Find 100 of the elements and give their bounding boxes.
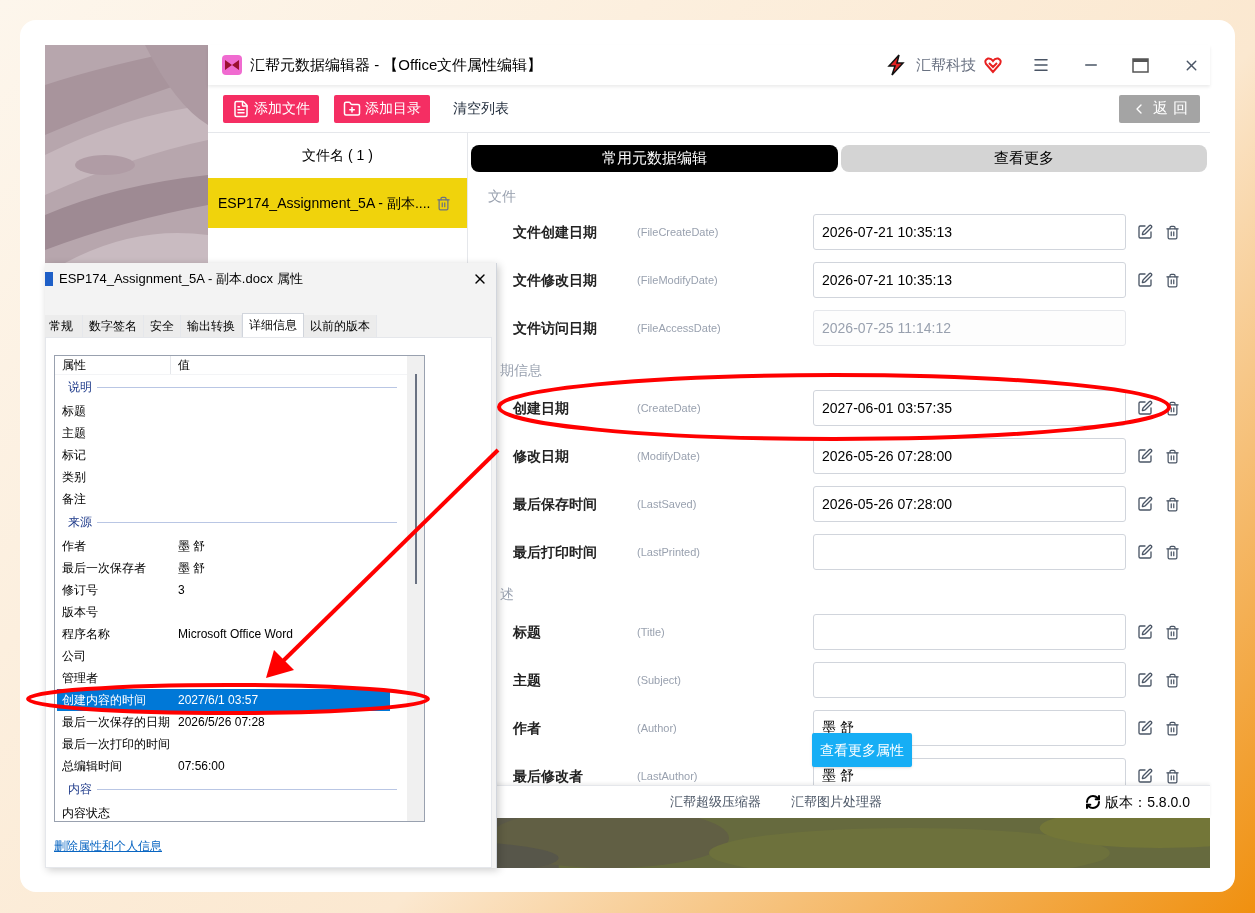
trash-icon[interactable] [1165, 720, 1180, 736]
trash-icon[interactable] [1165, 768, 1180, 784]
property-value: 墨 舒 [178, 559, 206, 577]
property-row[interactable]: 标题 [57, 399, 390, 422]
group-title: 内容 [68, 781, 92, 799]
edit-icon[interactable] [1137, 496, 1153, 512]
input-field[interactable] [813, 662, 1126, 698]
input-field[interactable] [813, 534, 1126, 570]
field-label: 修改日期 [513, 446, 570, 466]
scrollbar-thumb[interactable] [414, 373, 417, 584]
field-label: 文件创建日期 [513, 222, 598, 242]
maximize-icon[interactable] [1132, 57, 1149, 73]
trash-icon[interactable] [1165, 496, 1180, 512]
edit-icon[interactable] [1137, 448, 1153, 464]
property-row[interactable]: 最后一次保存的日期 2026/5/26 07:28 [57, 710, 390, 733]
refresh-icon[interactable] [1085, 794, 1102, 810]
property-row[interactable]: 最后一次保存者 墨 舒 [57, 556, 390, 579]
input-field[interactable]: 2026-07-21 10:35:13 [813, 214, 1126, 250]
property-row[interactable]: 总编辑时间 07:56:00 [57, 754, 390, 777]
property-value: 07:56:00 [178, 757, 225, 775]
property-row[interactable]: 公司 [57, 644, 390, 667]
trash-icon[interactable] [1165, 224, 1180, 240]
input-field[interactable]: 2026-05-26 07:28:00 [813, 438, 1126, 474]
property-row[interactable]: 标记 [57, 443, 390, 466]
field-key: (Subject) [637, 671, 813, 689]
property-row[interactable]: 主题 [57, 421, 390, 444]
property-row[interactable]: 修订号 3 [57, 578, 390, 601]
file-list-header: 文件名 ( 1 ) [301, 146, 374, 165]
property-row[interactable]: 备注 [57, 487, 390, 510]
field-key: (FileModifyDate) [637, 271, 813, 289]
field-key: (Author) [637, 719, 813, 737]
clear-list-button[interactable]: 清空列表 [445, 94, 517, 123]
field-key: (CreateDate) [637, 399, 813, 417]
property-value: 2026/5/26 07:28 [178, 713, 265, 731]
folder-plus-icon [343, 99, 361, 118]
file-list-item[interactable]: ESP174_Assignment_5A - 副本.... [208, 178, 467, 228]
heart-icon[interactable] [984, 56, 1002, 74]
property-row[interactable]: 内容状态 [57, 801, 390, 821]
dialog-tab[interactable]: 常规 [45, 314, 83, 337]
property-row[interactable]: 作者 墨 舒 [57, 534, 390, 557]
dialog-tab[interactable]: 数字签名 [83, 314, 144, 337]
property-name: 最后一次打印的时间 [61, 735, 171, 753]
property-name: 修订号 [61, 581, 99, 599]
property-row[interactable]: 程序名称 Microsoft Office Word [57, 622, 390, 645]
field-label: 作者 [513, 718, 542, 738]
dialog-tab[interactable]: 详细信息 [242, 312, 304, 337]
input-field[interactable] [813, 614, 1126, 650]
column-header: 值 [177, 356, 190, 374]
remove-properties-link[interactable]: 删除属性和个人信息 [54, 836, 483, 855]
property-row[interactable]: 创建内容的时间 2027/6/1 03:57 [57, 688, 390, 711]
property-row[interactable]: 类别 [57, 465, 390, 488]
section-title: 文件 [488, 188, 516, 204]
group-title: 来源 [68, 514, 92, 532]
edit-icon[interactable] [1137, 768, 1153, 784]
property-value: 3 [178, 581, 185, 599]
dialog-tab[interactable]: 以前的版本 [304, 314, 377, 337]
tab[interactable]: 查看更多 [840, 145, 1207, 172]
trash-icon[interactable] [1165, 400, 1180, 416]
property-name: 最后一次保存者 [61, 559, 147, 577]
trash-icon[interactable] [436, 195, 452, 211]
trash-icon[interactable] [1165, 448, 1180, 464]
menu-icon[interactable] [1032, 56, 1050, 74]
input-field[interactable]: 2027-06-01 03:57:35 [813, 390, 1126, 426]
property-row[interactable]: 版本号 [57, 600, 390, 623]
property-name: 主题 [61, 424, 87, 442]
dialog-tab[interactable]: 输出转换 [181, 314, 242, 337]
trash-icon[interactable] [1165, 272, 1180, 288]
edit-icon[interactable] [1137, 272, 1153, 288]
trash-icon[interactable] [1165, 624, 1180, 640]
tab[interactable]: 常用元数据编辑 [471, 145, 838, 172]
field-key: (Title) [637, 623, 813, 641]
dialog-tab[interactable]: 安全 [144, 314, 181, 337]
property-name: 管理者 [61, 669, 99, 687]
property-value: Microsoft Office Word [178, 625, 293, 643]
field-key: (LastPrinted) [637, 543, 813, 561]
trash-icon[interactable] [1165, 544, 1180, 560]
add-file-button[interactable]: 添加文件 [223, 94, 319, 123]
edit-icon[interactable] [1137, 672, 1153, 688]
field-label: 最后保存时间 [513, 494, 598, 514]
trash-icon[interactable] [1165, 672, 1180, 688]
input-field[interactable]: 2026-07-21 10:35:13 [813, 262, 1126, 298]
field-key: (LastSaved) [637, 495, 813, 513]
field-key: (ModifyDate) [637, 447, 813, 465]
file-name: ESP174_Assignment_5A - 副本.... [218, 193, 431, 213]
property-row[interactable]: 管理者 [57, 666, 390, 689]
footer-link[interactable]: 汇帮图片处理器 [791, 792, 882, 812]
edit-icon[interactable] [1137, 544, 1153, 560]
add-folder-button[interactable]: 添加目录 [334, 94, 430, 123]
edit-icon[interactable] [1137, 624, 1153, 640]
edit-icon[interactable] [1137, 224, 1153, 240]
footer-link[interactable]: 汇帮超级压缩器 [670, 792, 761, 812]
edit-icon[interactable] [1137, 400, 1153, 416]
field-key: (LastAuthor) [637, 767, 813, 785]
field-key: (FileAccessDate) [637, 319, 813, 337]
property-row[interactable]: 最后一次打印的时间 [57, 732, 390, 755]
property-name: 版本号 [61, 603, 99, 621]
document-icon [232, 99, 250, 118]
input-field[interactable]: 2026-05-26 07:28:00 [813, 486, 1126, 522]
version-label: 版本：5.8.0.0 [1105, 792, 1190, 812]
edit-icon[interactable] [1137, 720, 1153, 736]
